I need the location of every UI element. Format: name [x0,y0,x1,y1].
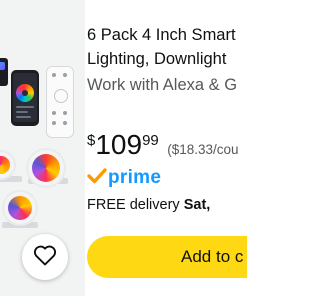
price-whole: 109 [95,129,143,160]
product-subtitle: Work with Alexa & G [87,76,238,94]
add-to-cart-button[interactable]: Add to c [87,236,247,278]
prime-check-icon [87,167,107,190]
prime-badge: prime [87,167,161,189]
product-title-line-1: 6 Pack 4 Inch Smart [87,26,236,44]
product-title-line-2: Lighting, Downlight [87,50,227,68]
product-details: 6 Pack 4 Inch Smart Lighting, Downlight … [87,0,247,296]
price-fraction: 99 [142,132,159,149]
price: $10999 ($18.33/cou [87,130,239,160]
downlight-image [4,192,36,224]
remote-control-image [46,66,74,138]
downlight-image [0,152,14,178]
phone-image-left [0,58,8,86]
heart-icon [33,244,57,271]
unit-price: ($18.33/cou [167,142,239,157]
product-title[interactable]: 6 Pack 4 Inch Smart Lighting, Downlight [87,23,247,71]
phone-image [11,70,39,126]
add-to-wishlist-button[interactable] [22,234,68,280]
prime-label: prime [108,167,162,188]
delivery-info: FREE delivery Sat, [87,197,210,213]
delivery-day: Sat, [183,197,211,213]
delivery-prefix: FREE delivery [87,197,184,213]
price-currency-symbol: $ [87,132,96,149]
downlight-image [28,150,64,186]
